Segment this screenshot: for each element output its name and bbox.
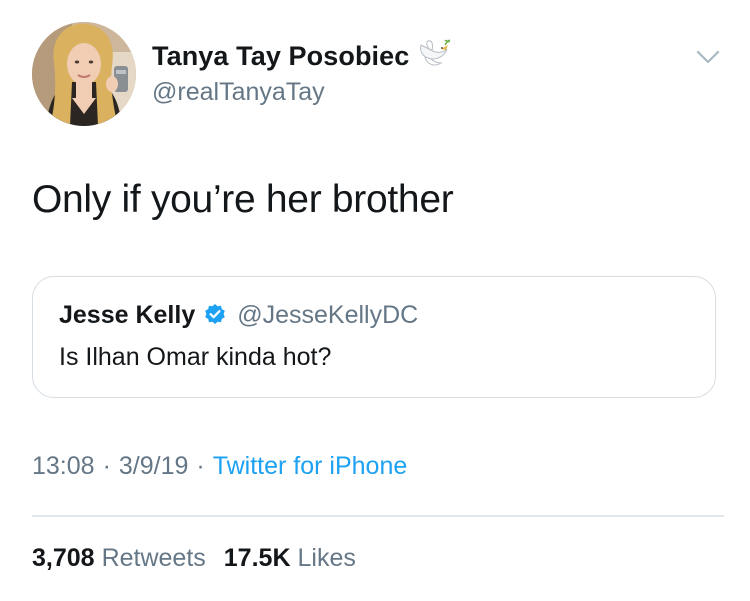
- quoted-tweet[interactable]: Jesse Kelly @JesseKellyDC Is Ilhan Omar …: [32, 276, 716, 398]
- author-name-row[interactable]: Tanya Tay Posobiec: [152, 38, 451, 74]
- tweet-date[interactable]: 3/9/19: [119, 452, 189, 481]
- likes-stat[interactable]: 17.5K Likes: [224, 544, 356, 573]
- tweet-source-link[interactable]: Twitter for iPhone: [213, 452, 408, 481]
- retweets-count: 3,708: [32, 544, 95, 572]
- divider: [32, 515, 724, 517]
- meta-separator: ·: [102, 452, 111, 480]
- meta-separator: ·: [196, 452, 205, 480]
- dove-icon: [415, 39, 451, 73]
- tweet-stats: 3,708 Retweets 17.5K Likes: [32, 544, 356, 573]
- quoted-author-name[interactable]: Jesse Kelly: [59, 301, 195, 330]
- retweets-stat[interactable]: 3,708 Retweets: [32, 544, 206, 573]
- author-display-name[interactable]: Tanya Tay Posobiec: [152, 41, 409, 72]
- tweet-time[interactable]: 13:08: [32, 452, 95, 481]
- avatar-photo: [32, 22, 136, 126]
- quoted-author-handle[interactable]: @JesseKellyDC: [237, 301, 418, 330]
- tweet-text: Only if you’re her brother: [32, 178, 454, 221]
- tweet: Tanya Tay Posobiec @realTanyaTay Only if…: [0, 0, 750, 601]
- chevron-down-icon[interactable]: [694, 46, 722, 68]
- likes-label: Likes: [297, 544, 356, 572]
- avatar[interactable]: [32, 22, 136, 126]
- author-handle[interactable]: @realTanyaTay: [152, 78, 325, 107]
- quoted-tweet-text: Is Ilhan Omar kinda hot?: [59, 343, 332, 371]
- quoted-tweet-header: Jesse Kelly @JesseKellyDC: [59, 299, 418, 331]
- verified-badge-icon: [203, 303, 227, 327]
- tweet-metadata: 13:08 · 3/9/19 · Twitter for iPhone: [32, 452, 407, 481]
- likes-count: 17.5K: [223, 544, 291, 572]
- retweets-label: Retweets: [101, 544, 206, 572]
